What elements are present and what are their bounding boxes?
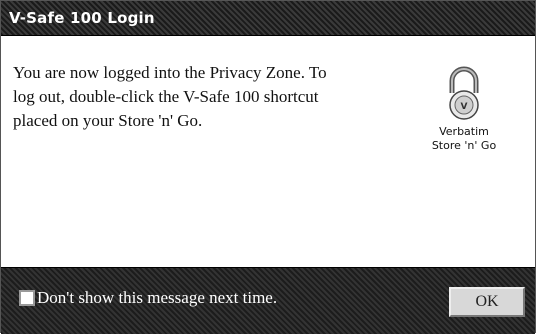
message-line: log out, double-click the V-Safe 100 sho…: [13, 87, 319, 106]
window-title: V-Safe 100 Login: [9, 9, 155, 27]
message-line: placed on your Store 'n' Go.: [13, 111, 203, 130]
logo-product: Store 'n' Go: [431, 139, 497, 152]
logo-brand: Verbatim: [439, 125, 489, 138]
title-bar[interactable]: V-Safe 100 Login: [1, 1, 535, 36]
ok-button[interactable]: OK: [449, 287, 525, 317]
padlock-icon: V: [449, 66, 479, 120]
message-line: You are now logged into the Privacy Zone…: [13, 63, 327, 82]
dont-show-label: Don't show this message next time.: [37, 288, 278, 307]
message-text: You are now logged into the Privacy Zone…: [13, 61, 373, 133]
login-dialog: V-Safe 100 Login You are now logged into…: [0, 0, 536, 334]
dont-show-checkbox-row[interactable]: Don't show this message next time.: [19, 288, 277, 308]
dont-show-checkbox[interactable]: [19, 290, 35, 306]
svg-text:V: V: [461, 102, 468, 112]
verbatim-logo: V Verbatim Store 'n' Go: [419, 59, 509, 159]
dialog-footer: Don't show this message next time. OK: [1, 267, 535, 334]
